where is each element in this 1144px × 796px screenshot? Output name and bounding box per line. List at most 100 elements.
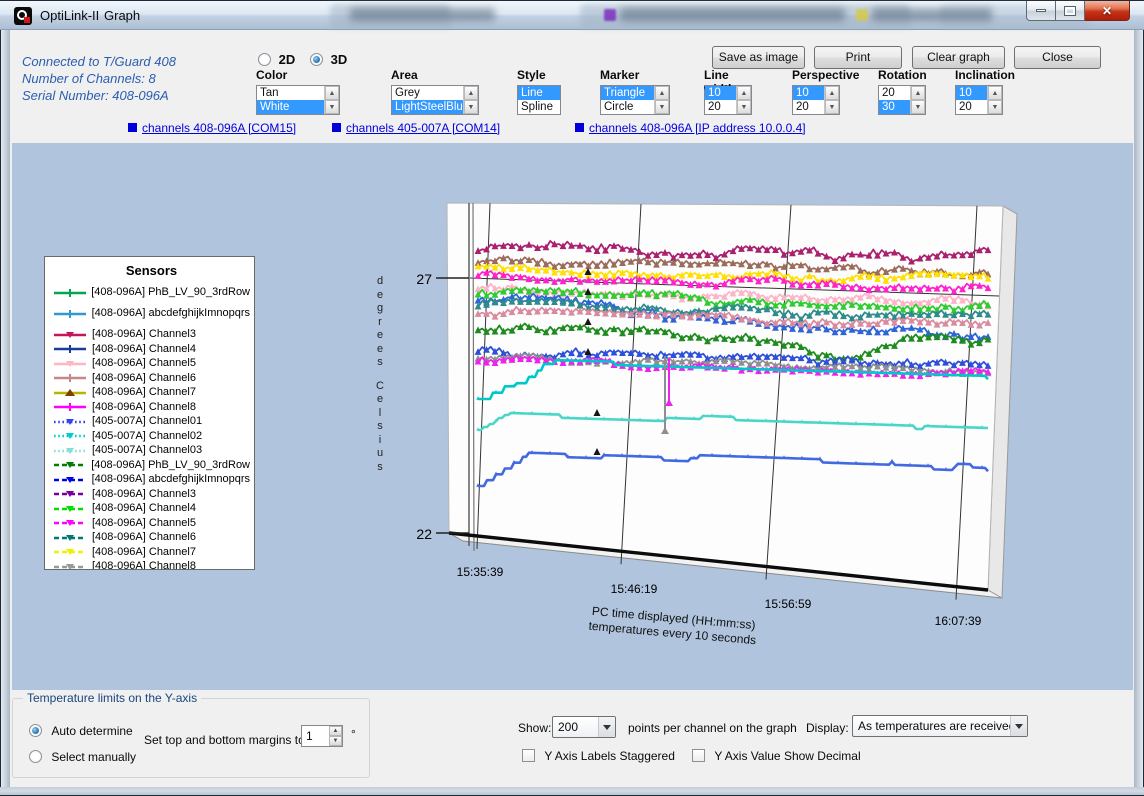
legend-line-sample (53, 488, 87, 499)
radio-auto-circle[interactable] (29, 724, 42, 737)
legend-item: [405-007A] Channel01 (53, 415, 250, 427)
combobox-dropdown-button[interactable] (1010, 716, 1027, 736)
picker-label: Style (517, 68, 561, 85)
picker-listbox[interactable]: 1020▲▼ (955, 85, 1003, 115)
scroll-down-icon[interactable]: ▼ (911, 100, 925, 114)
radio-manual-circle[interactable] (29, 750, 42, 763)
clear-graph-button[interactable]: Clear graph (912, 46, 1005, 69)
legend-item: [408-096A] Channel5 (53, 517, 250, 529)
close-window-button[interactable]: ✕ (1085, 1, 1130, 21)
listbox-scrollbar[interactable]: ▲▼ (910, 86, 925, 114)
radio-select-manually[interactable]: Select manually (29, 749, 136, 764)
listbox-scrollbar[interactable]: ▲▼ (736, 86, 751, 114)
legend-marker-icon (67, 310, 74, 318)
margin-value[interactable]: 1 (302, 726, 329, 746)
legend-item: [408-096A] Channel8 (53, 560, 250, 570)
scroll-down-icon[interactable]: ▼ (825, 100, 839, 114)
listbox-scrollbar[interactable]: ▲▼ (463, 86, 478, 114)
legend-line-sample (53, 343, 87, 354)
legend-item: [408-096A] Channel5 (53, 357, 250, 369)
listbox-option[interactable]: 30 (879, 100, 910, 114)
scroll-down-icon[interactable]: ▼ (655, 100, 669, 114)
listbox-option[interactable]: 20 (705, 100, 736, 114)
listbox-scrollbar[interactable]: ▲▼ (654, 86, 669, 114)
scroll-up-icon[interactable]: ▲ (825, 86, 839, 100)
radio-2d[interactable]: 2D (258, 51, 295, 67)
scroll-up-icon[interactable]: ▲ (325, 86, 339, 100)
close-button[interactable]: Close (1014, 46, 1101, 69)
maximize-button[interactable] (1056, 1, 1085, 21)
picker-line-width: Line width1020▲▼ (704, 68, 752, 115)
picker-listbox[interactable]: GreyLightSteelBlue▲▼ (391, 85, 479, 115)
radio-3d-circle[interactable] (310, 53, 323, 66)
menu-graph[interactable]: Graph (104, 8, 140, 23)
points-per-channel-combobox[interactable]: 200 (552, 716, 616, 738)
listbox-option[interactable]: 20 (793, 100, 824, 114)
scroll-up-icon[interactable]: ▲ (988, 86, 1002, 100)
checkbox-box[interactable] (522, 749, 535, 762)
scroll-down-icon[interactable]: ▼ (464, 100, 478, 114)
listbox-scrollbar[interactable]: ▲▼ (987, 86, 1002, 114)
picker-area: AreaGreyLightSteelBlue▲▼ (391, 68, 479, 115)
listbox-option[interactable]: Grey (392, 86, 463, 100)
scroll-down-icon[interactable]: ▼ (325, 100, 339, 114)
scroll-up-icon[interactable]: ▲ (737, 86, 751, 100)
listbox-option[interactable]: Triangle (601, 86, 654, 100)
listbox-option[interactable]: 10 (705, 86, 736, 100)
spinner-up-icon[interactable]: ▲ (329, 726, 342, 736)
scroll-up-icon[interactable]: ▲ (464, 86, 478, 100)
picker-listbox[interactable]: TanWhite▲▼ (256, 85, 340, 115)
listbox-option[interactable]: 20 (879, 86, 910, 100)
link-channels-com15[interactable]: channels 408-096A [COM15] (128, 121, 296, 135)
spinner-down-icon[interactable]: ▼ (329, 736, 342, 746)
background-tab-text (350, 8, 495, 21)
picker-listbox[interactable]: 2030▲▼ (878, 85, 926, 115)
legend-marker-icon (67, 374, 74, 382)
picker-marker: MarkerTriangleCircle▲▼ (600, 68, 670, 115)
scroll-down-icon[interactable]: ▼ (737, 100, 751, 114)
save-as-image-button[interactable]: Save as image (712, 46, 805, 69)
chevron-down-icon (1015, 724, 1023, 729)
listbox-option[interactable]: Spline (518, 100, 560, 114)
display-mode-combobox[interactable]: As temperatures are received (852, 715, 1028, 737)
legend-line-sample (53, 401, 87, 412)
picker-label: Inclination (955, 68, 1003, 85)
checkbox-y-axis-staggered[interactable]: Y Axis Labels Staggered (522, 748, 675, 763)
picker-listbox[interactable]: TriangleCircle▲▼ (600, 85, 670, 115)
listbox-option[interactable]: 10 (793, 86, 824, 100)
scroll-up-icon[interactable]: ▲ (911, 86, 925, 100)
radio-2d-circle[interactable] (258, 53, 271, 66)
radio-3d[interactable]: 3D (310, 51, 347, 67)
minimize-button[interactable] (1026, 1, 1056, 21)
link-channels-com14[interactable]: channels 405-007A [COM14] (332, 121, 500, 135)
margin-spinner[interactable]: 1 ▲ ▼ (301, 725, 343, 747)
checkbox-y-axis-decimal[interactable]: Y Axis Value Show Decimal (692, 748, 861, 763)
listbox-option[interactable]: 10 (956, 86, 987, 100)
listbox-scrollbar[interactable]: ▲▼ (824, 86, 839, 114)
legend-item-label: [405-007A] Channel01 (92, 415, 202, 427)
listbox-option[interactable]: 20 (956, 100, 987, 114)
radio-auto-determine[interactable]: Auto determine (29, 723, 133, 738)
listbox-option[interactable]: Tan (257, 86, 324, 100)
legend-line-sample (53, 503, 87, 514)
picker-listbox[interactable]: 1020▲▼ (704, 85, 752, 115)
minimize-icon (1036, 9, 1046, 12)
listbox-scrollbar[interactable]: ▲▼ (324, 86, 339, 114)
picker-listbox[interactable]: LineSpline (517, 85, 561, 115)
legend-item: [408-096A] Channel3 (53, 488, 250, 500)
scroll-down-icon[interactable]: ▼ (988, 100, 1002, 114)
background-tab-text (872, 8, 992, 21)
listbox-option[interactable]: LightSteelBlue (392, 100, 463, 114)
legend-item-label: [408-096A] Channel4 (92, 502, 196, 514)
listbox-option[interactable]: White (257, 100, 324, 114)
checkbox-box[interactable] (692, 749, 705, 762)
legend-item: [408-096A] Channel8 (53, 401, 250, 413)
link-channels-ip[interactable]: channels 408-096A [IP address 10.0.0.4] (575, 121, 806, 135)
channel-square-icon (128, 123, 137, 132)
picker-listbox[interactable]: 1020▲▼ (792, 85, 840, 115)
scroll-up-icon[interactable]: ▲ (655, 86, 669, 100)
print-button[interactable]: Print (814, 46, 902, 69)
combobox-dropdown-button[interactable] (598, 717, 615, 737)
listbox-option[interactable]: Line (518, 86, 560, 100)
listbox-option[interactable]: Circle (601, 100, 654, 114)
